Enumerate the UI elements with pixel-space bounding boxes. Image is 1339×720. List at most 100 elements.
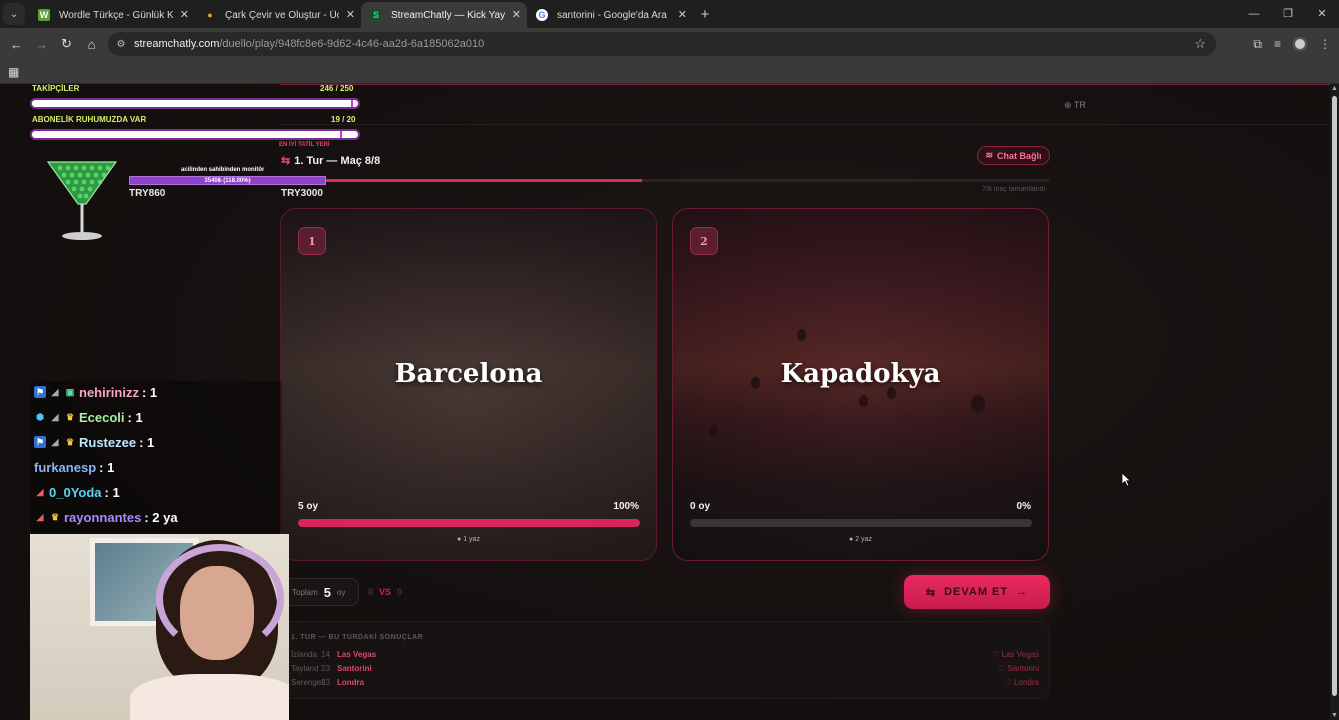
result-winner-tag: ♡ Londra	[1005, 678, 1039, 687]
tab-label: Çark Çevir ve Oluştur - Ücretsiz	[225, 9, 339, 21]
progress-caption: 7/8 maç tamamlandı	[982, 186, 1046, 193]
comment-count-text: 1 yaz	[463, 536, 480, 543]
site-info-icon[interactable]: ⚙	[108, 39, 134, 50]
browser-toolbar: ← → ↻ ⌂ ⚙ streamchatly.com/duello/play/9…	[0, 28, 1339, 60]
chat-message: ⬢ ◢ ♛ Ececoli: 1	[34, 408, 143, 426]
result-loser: Serengeti	[291, 678, 326, 687]
browser-tab[interactable]: W Wordle Türkçe - Günlük Kelime ✕	[29, 2, 195, 28]
option-name: Kapadokya	[780, 359, 941, 389]
stream-chat-overlay: ⚑ ◢ ▣ nehirinizz: 1 ⬢ ◢ ♛ Ececoli: 1 ⚑ ◢ ♛ Rus…	[30, 381, 282, 533]
donation-target: TRY3000	[281, 188, 323, 199]
close-tab-icon[interactable]: ✕	[678, 8, 687, 21]
apps-grid-icon[interactable]: ▦	[8, 65, 19, 79]
browser-tab-bar: ⌄ W Wordle Türkçe - Günlük Kelime ✕ ● Ça…	[0, 0, 1339, 28]
badge-icon: ◢	[51, 436, 59, 447]
comment-count-text: 2 yaz	[855, 536, 872, 543]
language-label: TR	[1073, 100, 1086, 110]
chat-username: furkanesp	[34, 459, 97, 475]
comment-count: ● 2 yaz	[673, 536, 1048, 543]
vs-score: 0 VS 0	[368, 587, 402, 597]
language-switch[interactable]: ⊕ TR	[1064, 100, 1086, 111]
cocktail-glass-icon	[46, 161, 118, 240]
vote-percent: 0%	[1016, 501, 1031, 512]
close-tab-icon[interactable]: ✕	[346, 8, 355, 21]
reload-icon[interactable]: ↻	[54, 36, 79, 52]
browser-tab[interactable]: ● Çark Çevir ve Oluştur - Ücretsiz ✕	[195, 2, 361, 28]
crown-badge-icon: ♛	[50, 511, 60, 522]
vs-right-score: 0	[397, 587, 403, 597]
result-winner-tag: ♡ Santorini	[998, 664, 1039, 673]
comment-count: ● 1 yaz	[281, 536, 656, 543]
chat-username: 0_0Yoda	[49, 484, 102, 500]
donation-goal-bar: 3540₺ (118.00%)	[129, 176, 326, 185]
total-votes: Toplam 5 oy	[283, 578, 359, 606]
chat-message: furkanesp: 1	[34, 458, 114, 476]
browser-tab-active[interactable]: S StreamChatly — Kick Yayıncıları ✕	[361, 2, 527, 28]
continue-button[interactable]: ⇆ DEVAM ET →	[904, 575, 1050, 609]
heart-icon: ♡	[992, 650, 1000, 659]
scroll-down-icon[interactable]: ▼	[1331, 712, 1338, 719]
crown-badge-icon: ♛	[65, 411, 75, 422]
badge-icon: ◢	[51, 386, 59, 397]
chat-text: : 1	[99, 459, 115, 475]
tab-label: santorini - Google'da Ara	[557, 9, 667, 21]
google-favicon-icon: G	[536, 9, 548, 21]
tab-search-button[interactable]: ⌄	[3, 3, 25, 25]
match-progress-bar	[281, 179, 1049, 182]
wifi-icon: ≋	[985, 150, 994, 160]
close-window-icon[interactable]: ✕	[1305, 0, 1339, 28]
result-row: Serengeti23 Londra ♡ Londra	[291, 678, 1041, 690]
tab-label: Wordle Türkçe - Günlük Kelime	[59, 9, 173, 21]
balloon-shape	[709, 425, 718, 437]
result-score: 23	[321, 664, 330, 673]
balloon-shape	[859, 395, 868, 407]
url-host: streamchatly.com	[134, 38, 220, 50]
match-progress-fill	[281, 179, 642, 182]
followers-goal-fill	[32, 100, 353, 107]
tab-label: StreamChatly — Kick Yayıncıları	[391, 9, 505, 21]
scrollbar-thumb[interactable]	[1332, 96, 1337, 696]
close-tab-icon[interactable]: ✕	[512, 8, 521, 21]
balloon-shape	[797, 329, 806, 341]
option-number-badge: 1	[298, 227, 326, 255]
streamer-shirt	[130, 674, 289, 720]
round-results-panel: 1. TUR — BU TURDAKİ SONUÇLAR İzlanda 14 La…	[280, 621, 1050, 699]
bookmark-star-icon[interactable]: ☆	[1194, 36, 1206, 52]
address-bar[interactable]: ⚙ streamchatly.com/duello/play/948fc8e6-…	[108, 32, 1216, 56]
chat-username: rayonnantes	[64, 509, 142, 525]
badge-icon: ◢	[36, 511, 44, 522]
minimize-icon[interactable]: —	[1237, 0, 1271, 28]
extensions-icon[interactable]: ⧉	[1253, 37, 1262, 52]
scroll-up-icon[interactable]: ▲	[1331, 85, 1338, 92]
media-control-icon[interactable]: ≡	[1274, 37, 1281, 51]
chat-status-label: Chat Bağlı	[997, 150, 1042, 161]
home-icon[interactable]: ⌂	[79, 37, 104, 52]
option-card-kapadokya[interactable]: 2 Kapadokya 0 oy 0% ● 2 yaz	[672, 208, 1049, 561]
balloon-shape	[971, 395, 985, 412]
result-winner-tag-text: Las Vegas	[1001, 650, 1039, 659]
new-tab-button[interactable]: +	[693, 6, 717, 23]
mouse-cursor-icon	[1122, 473, 1132, 487]
chat-text: : 2 ya	[144, 509, 178, 525]
toolbar-actions: ⧉ ≡ ⋮	[1253, 28, 1331, 60]
page-scrollbar[interactable]: ▲ ▼	[1330, 84, 1339, 720]
badge-icon: ⚑	[34, 436, 46, 448]
url-path: /duello/play/948fc8e6-9d62-4c46-aa2d-6a1…	[219, 38, 485, 50]
browser-menu-icon[interactable]: ⋮	[1319, 37, 1331, 51]
heart-icon: ♡	[998, 664, 1006, 673]
total-value: 5	[323, 584, 332, 600]
option-card-barcelona[interactable]: 1 Barcelona 5 oy 100% ● 1 yaz	[280, 208, 657, 561]
vote-count: 5 oy	[298, 501, 319, 512]
browser-tab[interactable]: G santorini - Google'da Ara ✕	[527, 2, 693, 28]
chat-text: : 1	[127, 409, 143, 425]
profile-avatar[interactable]	[1293, 37, 1307, 51]
badge-icon: ◢	[51, 411, 59, 422]
restore-icon[interactable]: ❐	[1271, 0, 1305, 28]
chat-username: Rustezee	[79, 434, 137, 450]
header-divider	[280, 124, 1330, 125]
chat-username: Ececoli	[79, 409, 125, 425]
back-icon[interactable]: ←	[4, 37, 29, 52]
forward-icon[interactable]: →	[29, 37, 54, 52]
badge-icon: ▣	[65, 386, 75, 397]
close-tab-icon[interactable]: ✕	[180, 8, 189, 21]
